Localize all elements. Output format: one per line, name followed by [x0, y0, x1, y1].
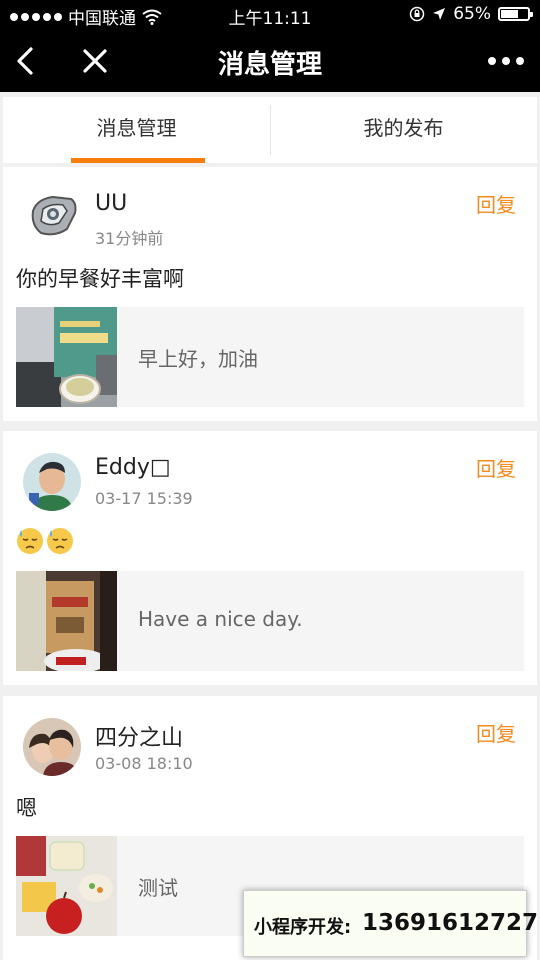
status-bar: 中国联通 上午11:11 65% [0, 0, 540, 30]
battery-percent: 65% [453, 4, 491, 24]
quoted-post[interactable]: Have a nice day. [16, 571, 524, 671]
username: Eddy□ [95, 455, 171, 480]
post-thumbnail [16, 836, 117, 936]
nav-bar: 消息管理 [0, 30, 540, 92]
tab-label: 我的发布 [363, 116, 444, 140]
active-tab-indicator [71, 158, 205, 163]
tab-my-posts[interactable]: 我的发布 [270, 97, 537, 163]
page-title: 消息管理 [217, 50, 322, 80]
username: 四分之山 [95, 726, 184, 751]
battery-icon [498, 7, 533, 21]
contact-ad-banner[interactable]: 小程序开发: 13691612727 [243, 890, 538, 957]
post-thumbnail [16, 307, 117, 407]
status-right: 65% [409, 4, 533, 24]
ad-phone: 13691612727 [362, 910, 539, 936]
ad-label: 小程序开发: [254, 917, 352, 938]
quoted-text: Have a nice day. [138, 607, 303, 631]
tab-label: 消息管理 [96, 116, 177, 140]
quoted-text: 测试 [138, 876, 178, 900]
username: UU [95, 191, 128, 216]
message-content: 嗯 [16, 796, 37, 820]
orientation-lock-icon [409, 6, 425, 22]
message-content [16, 527, 76, 555]
timestamp: 03-08 18:10 [95, 754, 193, 773]
timestamp: 03-17 15:39 [95, 489, 193, 508]
quoted-post[interactable]: 早上好，加油 [16, 307, 524, 407]
message-card: Eddy□ 03-17 15:39 回复 Have a nice day. [3, 431, 537, 685]
timestamp: 31分钟前 [95, 229, 164, 248]
tab-bar: 消息管理 我的发布 [3, 97, 537, 163]
sweat-face-emoji [47, 528, 73, 554]
avatar[interactable] [23, 453, 81, 511]
sweat-face-emoji [17, 528, 43, 554]
message-card: UU 31分钟前 回复 你的早餐好丰富啊 早上好，加油 [3, 167, 537, 421]
tab-message-management[interactable]: 消息管理 [3, 97, 270, 163]
quoted-text: 早上好，加油 [138, 347, 258, 371]
location-arrow-icon [433, 8, 446, 20]
avatar[interactable] [23, 189, 81, 247]
avatar[interactable] [23, 718, 81, 776]
more-dots-icon[interactable] [486, 44, 526, 78]
reply-button[interactable]: 回复 [476, 718, 516, 747]
reply-button[interactable]: 回复 [476, 453, 516, 482]
reply-button[interactable]: 回复 [476, 189, 516, 218]
message-content: 你的早餐好丰富啊 [16, 267, 184, 291]
post-thumbnail [16, 571, 117, 671]
